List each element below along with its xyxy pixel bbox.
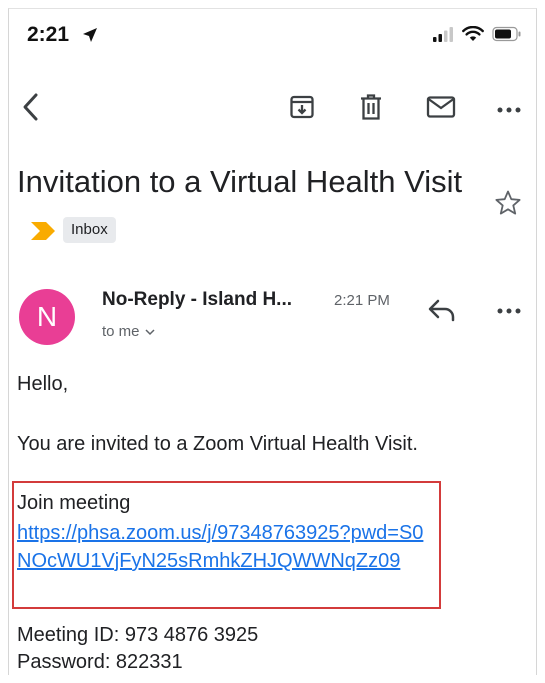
envelope-icon xyxy=(426,95,456,124)
password-text: Password: 822331 xyxy=(17,651,183,673)
recipient-details-toggle[interactable]: to me xyxy=(102,323,156,340)
back-button[interactable] xyxy=(13,87,49,131)
star-button[interactable] xyxy=(494,189,522,222)
wifi-icon xyxy=(462,25,484,47)
trash-icon xyxy=(358,93,384,126)
delete-button[interactable] xyxy=(351,87,391,131)
archive-button[interactable] xyxy=(282,87,322,131)
more-horizontal-icon xyxy=(497,301,521,318)
reply-icon xyxy=(427,299,457,327)
location-arrow-icon xyxy=(81,26,99,44)
more-horizontal-icon xyxy=(497,100,521,118)
greeting-text: Hello, xyxy=(17,373,69,395)
archive-icon xyxy=(289,94,315,125)
email-subject: Invitation to a Virtual Health Visit Inbo… xyxy=(17,159,487,253)
sent-time: 2:21 PM xyxy=(334,292,390,309)
battery-icon xyxy=(492,26,522,47)
status-bar: 2:21 xyxy=(9,9,536,63)
subject-text: Invitation to a Virtual Health Visit xyxy=(17,164,463,199)
reply-button[interactable] xyxy=(427,297,457,328)
message-more-button[interactable] xyxy=(497,301,521,319)
more-options-button[interactable] xyxy=(491,87,527,131)
mark-unread-button[interactable] xyxy=(421,87,461,131)
intro-text: You are invited to a Zoom Virtual Health… xyxy=(17,433,418,455)
back-arrow-icon xyxy=(21,92,41,127)
sender-avatar[interactable]: N xyxy=(19,289,75,345)
status-indicators xyxy=(432,25,522,47)
join-meeting-label: Join meeting xyxy=(17,492,131,514)
email-screen: 2:21 Invitation to a Virtual Health Visi… xyxy=(8,8,537,675)
status-time: 2:21 xyxy=(27,23,70,46)
sender-name[interactable]: No-Reply - Island H... xyxy=(102,289,292,311)
meeting-id-text: Meeting ID: 973 4876 3925 xyxy=(17,624,259,646)
star-icon xyxy=(494,190,522,221)
recipient-text: to me xyxy=(102,323,140,340)
email-toolbar xyxy=(9,87,536,137)
inbox-label-badge[interactable]: Inbox xyxy=(63,216,116,243)
importance-marker-icon[interactable] xyxy=(31,207,55,253)
signal-icon xyxy=(432,26,454,47)
zoom-meeting-link[interactable]: https://phsa.zoom.us/j/97348763925?pwd=S… xyxy=(17,519,437,575)
chevron-down-icon xyxy=(144,323,156,340)
